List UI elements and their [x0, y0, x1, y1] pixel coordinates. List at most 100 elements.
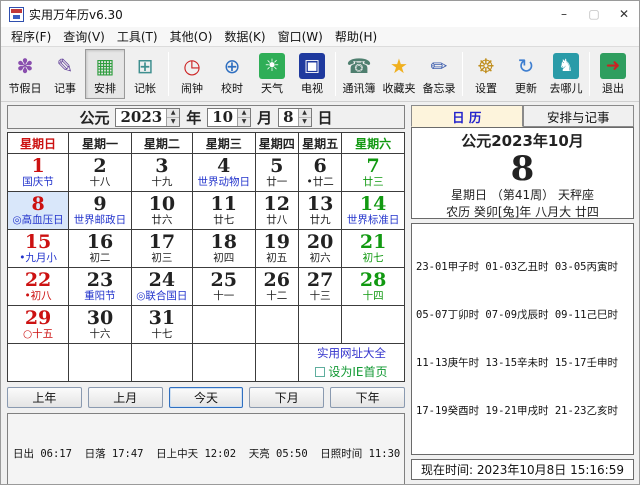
toolbar-button-label: 校时: [221, 81, 243, 95]
tab-schedule-notes[interactable]: 安排与记事: [522, 105, 634, 127]
year-spinner[interactable]: 2023 ▲ ▼: [115, 107, 181, 127]
calendar-cell-day-3[interactable]: 3 十九: [130, 153, 193, 192]
calendar-cell-day-1[interactable]: 1 国庆节: [6, 153, 70, 192]
spinner-up-icon[interactable]: ▲: [298, 108, 311, 118]
calendar-cell-day-22[interactable]: 22 •初八: [6, 267, 70, 306]
calendar-cell-day-17[interactable]: 17 初三: [130, 229, 193, 268]
calendar-cell-day-5[interactable]: 5 廿一: [254, 153, 299, 192]
useful-sites-link[interactable]: 实用网址大全: [299, 345, 404, 361]
calendar-cell-day-14[interactable]: 14 世界标准日: [341, 191, 405, 230]
calendar-cell-day-27[interactable]: 27 十三: [297, 267, 343, 306]
tab-calendar[interactable]: 日 历: [411, 105, 523, 127]
calendar-cell-day-6[interactable]: 6 •廿二: [297, 153, 343, 192]
calendar-cell-day-20[interactable]: 20 初六: [297, 229, 343, 268]
next-year-button[interactable]: 下年: [330, 387, 405, 408]
toolbar-button-weather[interactable]: ☀ 天气: [252, 49, 292, 99]
next-month-button[interactable]: 下月: [249, 387, 325, 408]
year-spinner-arrows[interactable]: ▲ ▼: [166, 108, 180, 126]
spinner-up-icon[interactable]: ▲: [167, 108, 180, 118]
calendar-cell-day-29[interactable]: 29 ○十五: [6, 305, 70, 344]
month-spinner-arrows[interactable]: ▲ ▼: [237, 108, 251, 126]
calendar-cell-day-12[interactable]: 12 廿八: [254, 191, 299, 230]
calendar-cell-day-8[interactable]: 8 ◎高血压日: [6, 191, 70, 230]
toolbar-separator: [168, 52, 169, 96]
calendar-cell-day-30[interactable]: 30 十六: [68, 305, 132, 344]
toolbar-button-travel[interactable]: ♞ 去哪儿: [546, 49, 586, 99]
toolbar-button-contacts[interactable]: ☎ 通讯簿: [339, 49, 379, 99]
app-window: 实用万年历v6.30 – ▢ ✕ 程序(F) 查询(V) 工具(T) 其他(O) 数据(…: [0, 0, 640, 485]
calendar-cell-day-28[interactable]: 28 十四: [341, 267, 405, 306]
year-value[interactable]: 2023: [116, 108, 166, 126]
month-unit-label: 月: [257, 108, 273, 127]
calendar-cell-day-15[interactable]: 15 •九月小: [6, 229, 70, 268]
update-icon: ↻: [517, 53, 535, 78]
toolbar-button-label: 去哪儿: [549, 81, 583, 95]
toolbar-button-settings[interactable]: ☸ 设置: [466, 49, 506, 99]
day-number: 8: [31, 193, 45, 215]
calendar-cell-day-2[interactable]: 2 十八: [68, 153, 132, 192]
ie-homepage-option: 设为IE首页: [299, 363, 404, 380]
toolbar-separator: [462, 52, 463, 96]
calendar-cell-day-10[interactable]: 10 廿六: [130, 191, 193, 230]
calendar-cell-day-9[interactable]: 9 世界邮政日: [68, 191, 132, 230]
travel-icon: ♞: [553, 52, 579, 79]
calendar-cell-day-18[interactable]: 18 初四: [191, 229, 256, 268]
calendar-cell-day-31[interactable]: 31 十七: [130, 305, 193, 344]
day-value[interactable]: 8: [279, 108, 297, 126]
calendar-cell-day-25[interactable]: 25 十一: [191, 267, 256, 306]
menu-item-tools[interactable]: 工具(T): [111, 28, 164, 45]
spinner-up-icon[interactable]: ▲: [238, 108, 251, 118]
close-button[interactable]: ✕: [609, 1, 639, 27]
weekday-header: 星期五: [297, 132, 343, 154]
calendar-nav-buttons: 上年 上月 今天 下月 下年: [7, 387, 405, 408]
minimize-button[interactable]: –: [549, 1, 579, 27]
calendar-cell-day-16[interactable]: 16 初二: [68, 229, 132, 268]
toolbar-button-favorites[interactable]: ★ 收藏夹: [379, 49, 419, 99]
day-subtext: ○十五: [22, 328, 54, 340]
toolbar-button-accounts[interactable]: ⊞ 记帐: [125, 49, 165, 99]
toolbar-button-holiday[interactable]: ✽ 节假日: [5, 49, 45, 99]
toolbar-button-time-sync[interactable]: ⊕ 校时: [212, 49, 252, 99]
calendar-cell-day-21[interactable]: 21 初七: [341, 229, 405, 268]
calendar-cell-day-7[interactable]: 7 廿三: [341, 153, 405, 192]
calendar-cell-day-19[interactable]: 19 初五: [254, 229, 299, 268]
toolbar-button-notes[interactable]: ✎ 记事: [45, 49, 85, 99]
day-subtext: ◎高血压日: [12, 214, 64, 226]
spinner-down-icon[interactable]: ▼: [238, 117, 251, 126]
menu-item-window[interactable]: 窗口(W): [272, 28, 329, 45]
prev-month-button[interactable]: 上月: [87, 387, 163, 408]
month-value[interactable]: 10: [208, 108, 237, 126]
menu-item-data[interactable]: 数据(K): [218, 28, 271, 45]
toolbar-button-tv[interactable]: ▣ 电视: [292, 49, 332, 99]
menu-item-program[interactable]: 程序(F): [5, 28, 57, 45]
calendar-cell-day-26[interactable]: 26 十二: [254, 267, 299, 306]
maximize-button[interactable]: ▢: [579, 1, 609, 27]
prev-year-button[interactable]: 上年: [7, 387, 82, 408]
toolbar-button-schedule[interactable]: ▦ 安排: [85, 49, 125, 99]
ie-homepage-checkbox[interactable]: [315, 366, 326, 377]
calendar-cell-day-24[interactable]: 24 ◎联合国日: [130, 267, 193, 306]
menu-item-help[interactable]: 帮助(H): [329, 28, 383, 45]
calendar-cell-day-4[interactable]: 4 世界动物日: [191, 153, 256, 192]
toolbar-button-update[interactable]: ↻ 更新: [506, 49, 546, 99]
menu-item-query[interactable]: 查询(V): [57, 28, 111, 45]
day-detail-box: 公元2023年10月 8 星期日 （第41周） 天秤座 农历 癸卯[兔]年 八月…: [411, 127, 634, 219]
calendar-cell-day-13[interactable]: 13 廿九: [297, 191, 343, 230]
day-subtext: ◎联合国日: [136, 290, 188, 302]
spinner-down-icon[interactable]: ▼: [167, 117, 180, 126]
calendar-cell-day-23[interactable]: 23 重阳节: [68, 267, 132, 306]
toolbar: ✽ 节假日 ✎ 记事 ▦ 安排 ⊞ 记帐 ◷ 闹钟 ⊕ 校时 ☀ 天气 ▣ 电视 ☎ 通讯簿 ★ 收藏夹 ✏ 备忘录 ☸ 设置…: [1, 47, 639, 102]
day-subtext: 十七: [151, 328, 173, 340]
toolbar-button-alarm[interactable]: ◷ 闹钟: [172, 49, 212, 99]
toolbar-button-exit[interactable]: ➜ 退出: [593, 49, 633, 99]
month-spinner[interactable]: 10 ▲ ▼: [207, 107, 252, 127]
menu-item-other[interactable]: 其他(O): [164, 28, 219, 45]
toolbar-button-label: 更新: [515, 81, 537, 95]
toolbar-button-memo[interactable]: ✏ 备忘录: [419, 49, 459, 99]
day-subtext: 初三: [151, 252, 173, 264]
day-spinner-arrows[interactable]: ▲ ▼: [297, 108, 311, 126]
today-button[interactable]: 今天: [168, 387, 244, 408]
spinner-down-icon[interactable]: ▼: [298, 117, 311, 126]
day-spinner[interactable]: 8 ▲ ▼: [278, 107, 312, 127]
calendar-cell-day-11[interactable]: 11 廿七: [191, 191, 256, 230]
